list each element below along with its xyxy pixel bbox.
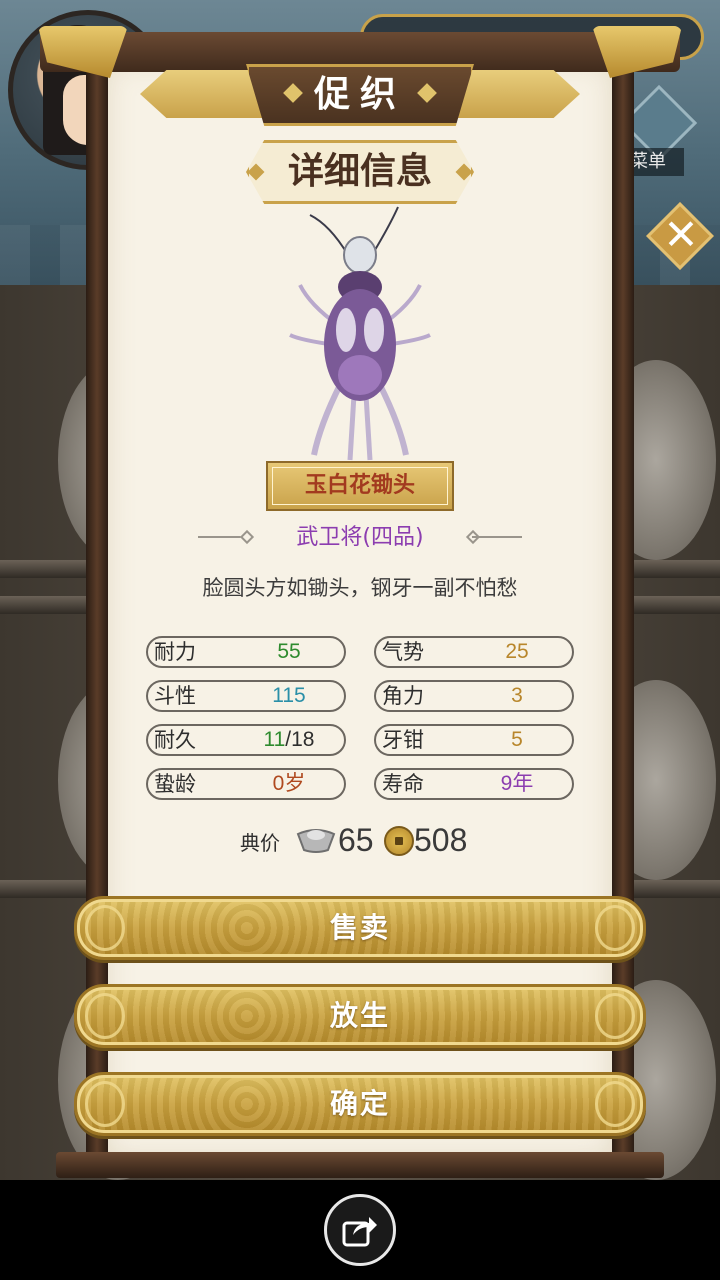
cloud-ornament <box>85 1081 125 1127</box>
cloud-ornament <box>85 905 125 951</box>
divider <box>472 536 522 538</box>
price-silver: 65 <box>338 822 374 858</box>
stat-value-current: 11 <box>263 728 286 751</box>
cricket-name: 玉白花锄头 <box>304 473 415 498</box>
stat-value: 115 <box>272 684 306 707</box>
close-icon[interactable]: ✕ <box>656 208 706 262</box>
copper-coin-icon <box>384 826 414 856</box>
share-button[interactable] <box>324 1194 396 1266</box>
share-icon <box>342 1217 377 1247</box>
release-button-label: 放生 <box>329 999 390 1032</box>
stat-mandible: 牙钳 5 <box>374 724 574 756</box>
stat-value-max: /18 <box>285 728 315 751</box>
silver-ingot-icon <box>296 829 336 853</box>
page-title: 促织 <box>313 74 406 115</box>
stat-momentum: 气势 25 <box>374 636 574 668</box>
stat-durability: 耐久 11/18 <box>146 724 346 756</box>
stat-fighting: 斗性 115 <box>146 680 346 712</box>
price-copper: 508 <box>414 822 468 858</box>
stat-label: 斗性 <box>154 684 196 708</box>
section-title: 详细信息 <box>287 151 432 192</box>
stat-value: 0岁 <box>272 772 306 795</box>
stat-value: 25 <box>505 640 529 663</box>
cloud-ornament <box>595 905 635 951</box>
stat-label: 耐力 <box>154 640 196 664</box>
stat-label: 牙钳 <box>382 728 424 752</box>
stat-value: 55 <box>277 640 301 663</box>
scroll-bottom-beam <box>56 1152 664 1178</box>
stat-label: 蛰龄 <box>154 772 196 796</box>
confirm-button-label: 确定 <box>329 1087 390 1120</box>
stat-label: 角力 <box>382 684 424 708</box>
stat-stamina: 耐力 55 <box>146 636 346 668</box>
cloud-ornament <box>85 993 125 1039</box>
price-label: 典价 <box>240 831 280 855</box>
cloud-ornament <box>595 1081 635 1127</box>
stat-value: 11/18 <box>244 726 334 754</box>
release-button[interactable]: 放生 <box>74 984 646 1048</box>
cricket-image <box>289 206 431 461</box>
sell-button-label: 售卖 <box>329 911 390 944</box>
stat-label: 气势 <box>382 640 424 664</box>
stat-strength: 角力 3 <box>374 680 574 712</box>
stat-value: 5 <box>511 728 523 751</box>
stat-age: 蛰龄 0岁 <box>146 768 346 800</box>
stat-lifespan: 寿命 9年 <box>374 768 574 800</box>
stat-label: 耐久 <box>154 728 196 752</box>
stat-value: 9年 <box>500 772 534 795</box>
cricket-rank: 武卫将(四品) <box>296 525 424 550</box>
stat-value: 3 <box>511 684 523 707</box>
sell-button[interactable]: 售卖 <box>74 896 646 960</box>
cloud-ornament <box>595 993 635 1039</box>
cricket-description: 脸圆头方如锄头，钢牙一副不怕愁 <box>202 576 518 600</box>
confirm-button[interactable]: 确定 <box>74 1072 646 1136</box>
stat-label: 寿命 <box>382 772 424 796</box>
